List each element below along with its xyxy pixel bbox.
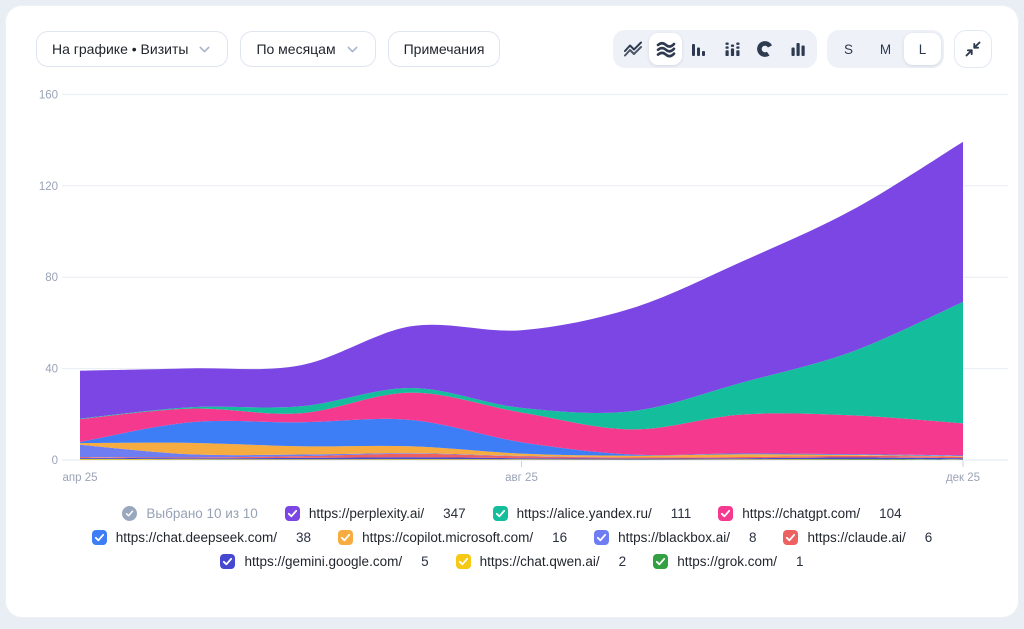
pie-chart-icon	[755, 39, 775, 59]
notes-button-label: Примечания	[404, 41, 485, 57]
legend: Выбрано 10 из 10 https://perplexity.ai/ …	[6, 506, 1018, 569]
legend-item[interactable]: https://grok.com/ 1	[653, 554, 803, 569]
chart-type-switcher	[613, 30, 817, 68]
checkbox-check-icon	[783, 530, 798, 545]
legend-item-value: 111	[671, 506, 692, 521]
x-axis-label: апр 25	[62, 472, 97, 484]
legend-item-value: 2	[619, 554, 627, 569]
checkbox-check-icon	[220, 554, 235, 569]
y-axis-label: 0	[52, 455, 58, 467]
size-s-label: S	[844, 42, 853, 57]
summary-checkbox[interactable]	[122, 506, 137, 521]
checkbox-check-icon	[718, 506, 733, 521]
series-checkbox[interactable]	[653, 554, 668, 569]
legend-summary-label: Выбрано 10 из 10	[146, 506, 257, 521]
chart-type-stacked-bar-button[interactable]	[715, 33, 748, 65]
chart-type-line-button[interactable]	[616, 33, 649, 65]
legend-item[interactable]: https://gemini.google.com/ 5	[220, 554, 428, 569]
series-checkbox[interactable]	[338, 530, 353, 545]
traffic-chart-widget: 0 40 80 120 160 апр 25 авг 25 дек 25 На графике…	[6, 6, 1018, 617]
legend-row: Выбрано 10 из 10 https://perplexity.ai/ …	[122, 506, 901, 521]
legend-item[interactable]: https://blackbox.ai/ 8	[594, 530, 756, 545]
chart-type-column-button[interactable]	[781, 33, 814, 65]
legend-item[interactable]: https://chat.deepseek.com/ 38	[92, 530, 311, 545]
legend-item-label: https://chat.deepseek.com/	[116, 530, 277, 545]
series-checkbox[interactable]	[92, 530, 107, 545]
legend-item-value: 104	[879, 506, 902, 521]
legend-item-value: 8	[749, 530, 757, 545]
x-axis-label: дек 25	[946, 472, 980, 484]
size-m-label: M	[880, 42, 891, 57]
series-checkbox[interactable]	[718, 506, 733, 521]
legend-summary[interactable]: Выбрано 10 из 10	[122, 506, 257, 521]
legend-item-label: https://claude.ai/	[807, 530, 905, 545]
series-checkbox[interactable]	[285, 506, 300, 521]
line-chart-icon	[623, 39, 643, 59]
chart-type-bar-button[interactable]	[682, 33, 715, 65]
size-s-button[interactable]: S	[830, 33, 867, 65]
x-axis-label: авг 25	[505, 472, 538, 484]
legend-item-label: https://alice.yandex.ru/	[517, 506, 652, 521]
chart-type-stacked-area-button[interactable]	[649, 33, 682, 65]
column-chart-icon	[788, 39, 808, 59]
legend-row: https://chat.deepseek.com/ 38 https://co…	[92, 530, 933, 545]
stacked-bar-chart-icon	[722, 39, 742, 59]
legend-item-label: https://chatgpt.com/	[742, 506, 860, 521]
series-checkbox[interactable]	[783, 530, 798, 545]
legend-item-label: https://grok.com/	[677, 554, 777, 569]
legend-item[interactable]: https://perplexity.ai/ 347	[285, 506, 466, 521]
checkbox-check-icon	[456, 554, 471, 569]
metric-dropdown-label: На графике • Визиты	[52, 41, 188, 57]
checkbox-check-icon	[125, 509, 134, 518]
legend-item-label: https://chat.qwen.ai/	[480, 554, 600, 569]
checkbox-check-icon	[493, 506, 508, 521]
legend-item-value: 38	[296, 530, 311, 545]
checkbox-check-icon	[653, 554, 668, 569]
size-m-button[interactable]: M	[867, 33, 904, 65]
legend-item[interactable]: https://alice.yandex.ru/ 111	[493, 506, 692, 521]
grouping-dropdown[interactable]: По месяцам	[240, 31, 375, 67]
legend-item-label: https://gemini.google.com/	[244, 554, 402, 569]
legend-item[interactable]: https://chat.qwen.ai/ 2	[456, 554, 627, 569]
legend-row: https://gemini.google.com/ 5 https://cha…	[220, 554, 803, 569]
bar-chart-icon	[689, 39, 709, 59]
series-checkbox[interactable]	[456, 554, 471, 569]
legend-item-value: 347	[443, 506, 466, 521]
chart-type-pie-button[interactable]	[748, 33, 781, 65]
chevron-down-icon	[197, 42, 212, 57]
y-axis-label: 160	[39, 89, 58, 101]
checkbox-check-icon	[338, 530, 353, 545]
legend-item-value: 6	[925, 530, 933, 545]
stacked-area-chart-icon	[656, 39, 676, 59]
legend-item-value: 16	[552, 530, 567, 545]
legend-item[interactable]: https://chatgpt.com/ 104	[718, 506, 901, 521]
series-checkbox[interactable]	[220, 554, 235, 569]
chevron-down-icon	[345, 42, 360, 57]
legend-item-label: https://copilot.microsoft.com/	[362, 530, 533, 545]
legend-item-value: 5	[421, 554, 429, 569]
collapse-button[interactable]	[954, 30, 992, 68]
metric-dropdown[interactable]: На графике • Визиты	[36, 31, 228, 67]
checkbox-check-icon	[92, 530, 107, 545]
checkbox-check-icon	[285, 506, 300, 521]
checkbox-check-icon	[594, 530, 609, 545]
size-switcher: S M L	[827, 30, 944, 68]
series-checkbox[interactable]	[493, 506, 508, 521]
y-axis-label: 120	[39, 181, 58, 193]
legend-item[interactable]: https://claude.ai/ 6	[783, 530, 932, 545]
size-l-button[interactable]: L	[904, 33, 941, 65]
legend-item[interactable]: https://copilot.microsoft.com/ 16	[338, 530, 567, 545]
legend-item-value: 1	[796, 554, 804, 569]
legend-item-label: https://blackbox.ai/	[618, 530, 730, 545]
notes-button[interactable]: Примечания	[388, 31, 501, 67]
y-axis-label: 80	[45, 272, 58, 284]
collapse-icon	[963, 39, 983, 59]
size-l-label: L	[919, 42, 927, 57]
y-axis-label: 40	[45, 364, 58, 376]
grouping-dropdown-label: По месяцам	[256, 41, 335, 57]
series-checkbox[interactable]	[594, 530, 609, 545]
legend-item-label: https://perplexity.ai/	[309, 506, 424, 521]
toolbar: На графике • Визиты По месяцам Примечани…	[6, 30, 1018, 68]
